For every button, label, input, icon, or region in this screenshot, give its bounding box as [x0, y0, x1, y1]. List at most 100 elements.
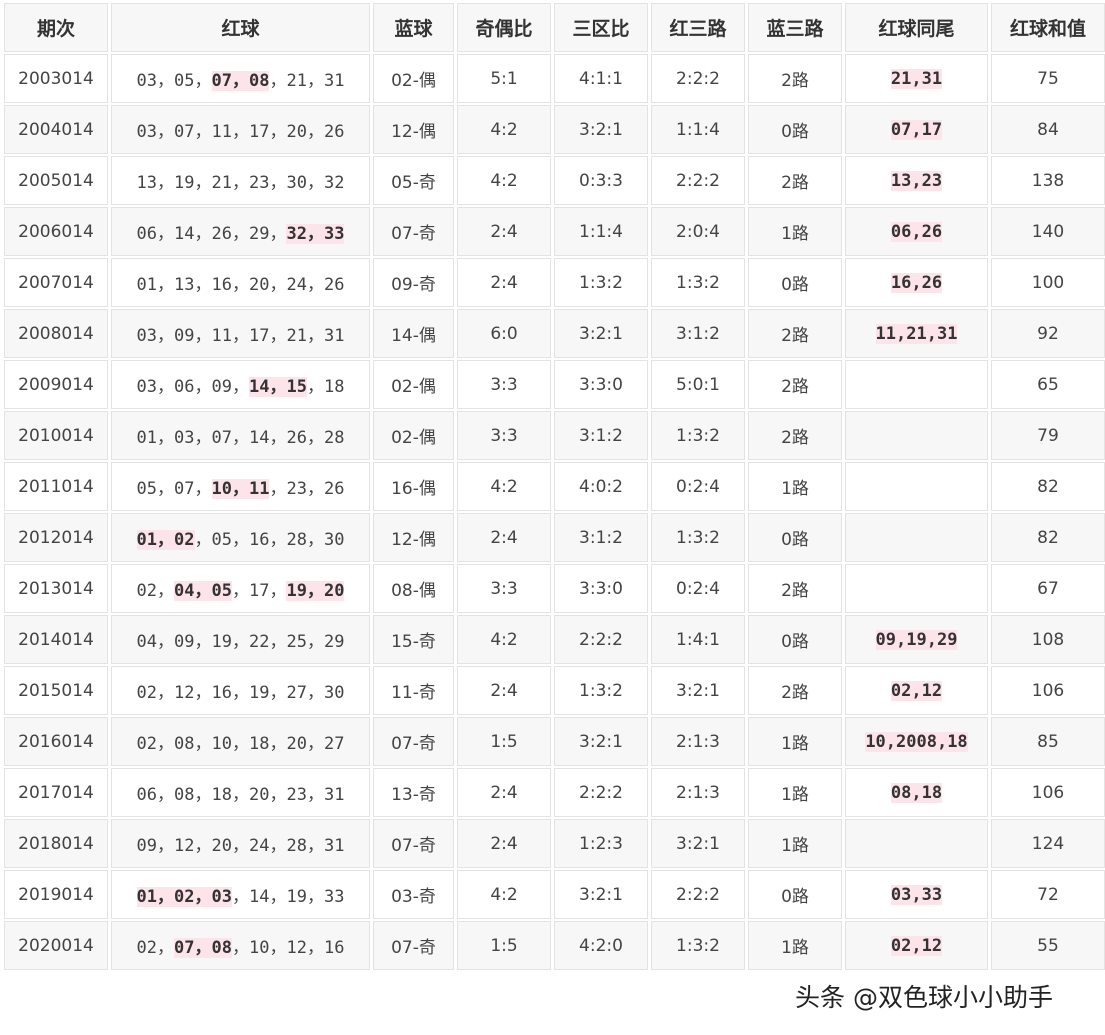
consecutive-highlight: 32，33: [286, 224, 345, 244]
ball-separator: ，: [157, 173, 175, 193]
red-balls-cell: 01，13，16，20，24，26: [111, 258, 370, 307]
red-route-cell: 2:0:4: [651, 207, 745, 256]
ball-separator: ，: [306, 224, 324, 244]
same-tail-cell: 06,26: [845, 207, 988, 256]
red-ball-number: 10: [211, 734, 232, 754]
blue-ball-cell: 07-奇: [373, 921, 454, 970]
ball-separator: ，: [269, 836, 287, 856]
blue-ball-cell: 03-奇: [373, 870, 454, 919]
red-ball-number: 16: [211, 275, 232, 295]
consecutive-highlight: 01，02: [136, 530, 195, 550]
same-tail-highlight: 10,2008,18: [865, 731, 968, 752]
ball-separator: ，: [306, 275, 324, 295]
issue-cell: 2017014: [4, 768, 108, 817]
issue-cell: 2012014: [4, 513, 108, 562]
ball-separator: ，: [157, 683, 175, 703]
red-ball-number: 29: [323, 632, 345, 652]
col-header-issue: 期次: [4, 3, 108, 52]
zone-ratio-cell: 3:2:1: [554, 870, 648, 919]
red-ball-number: 19: [286, 581, 307, 601]
ball-separator: ，: [157, 71, 175, 91]
red-ball-number: 13: [136, 173, 158, 193]
red-ball-number: 31: [323, 785, 345, 805]
table-row: 2017014 06，08，18，20，23，31 13-奇 2:4 2:2:2 2:1:…: [4, 768, 1105, 817]
ball-separator: ，: [269, 428, 287, 448]
red-balls-cell: 03，09，11，17，21，31: [111, 309, 370, 358]
issue-cell: 2006014: [4, 207, 108, 256]
same-tail-cell: 02,12: [845, 921, 988, 970]
red-route-cell: 1:3:2: [651, 258, 745, 307]
red-balls-cell: 02，07，08，10，12，16: [111, 921, 370, 970]
ball-separator: ，: [306, 122, 324, 142]
consecutive-highlight: 04，05: [174, 581, 232, 601]
red-ball-number: 08: [174, 734, 195, 754]
red-ball-number: 21: [286, 326, 307, 346]
red-route-cell: 3:2:1: [651, 666, 745, 715]
odd-even-cell: 2:4: [457, 258, 551, 307]
red-ball-number: 20: [249, 275, 270, 295]
ball-separator: ，: [157, 785, 175, 805]
ball-separator: ，: [232, 275, 249, 295]
same-tail-cell: [845, 462, 988, 511]
consecutive-highlight: 07，08: [174, 938, 232, 958]
ball-separator: ，: [194, 173, 212, 193]
red-ball-number: 03: [136, 122, 158, 142]
table-row: 2015014 02，12，16，19，27，30 11-奇 2:4 1:3:2 3:2:…: [4, 666, 1105, 715]
ball-separator: ，: [157, 377, 175, 397]
red-ball-number: 04: [136, 632, 158, 652]
blue-route-cell: 1路: [748, 462, 842, 511]
zone-ratio-cell: 4:0:2: [554, 462, 648, 511]
ball-separator: ，: [232, 326, 249, 346]
ball-separator: ，: [194, 428, 212, 448]
blue-route-cell: 1路: [748, 207, 842, 256]
red-route-cell: 3:2:1: [651, 819, 745, 868]
red-ball-number: 19: [211, 632, 232, 652]
zone-ratio-cell: 2:2:2: [554, 768, 648, 817]
table-row: 2003014 03，05，07，08，21，31 02-偶 5:1 4:1:1 2:2:…: [4, 54, 1105, 103]
ball-separator: ，: [306, 734, 324, 754]
odd-even-cell: 3:3: [457, 411, 551, 460]
blue-route-cell: 2路: [748, 411, 842, 460]
red-balls-cell: 01，02，03，14，19，33: [111, 870, 370, 919]
ball-separator: ，: [232, 836, 249, 856]
same-tail-cell: 02,12: [845, 666, 988, 715]
red-ball-number: 07: [174, 122, 195, 142]
ball-separator: ，: [232, 581, 249, 601]
ball-separator: ，: [269, 71, 287, 91]
ball-separator: ，: [306, 683, 324, 703]
ball-separator: ，: [306, 785, 324, 805]
same-tail-cell: 09,19,29: [845, 615, 988, 664]
issue-cell: 2015014: [4, 666, 108, 715]
red-ball-number: 16: [249, 530, 270, 550]
red-ball-number: 09: [174, 632, 195, 652]
red-ball-number: 03: [136, 377, 158, 397]
odd-even-cell: 4:2: [457, 156, 551, 205]
zone-ratio-cell: 0:3:3: [554, 156, 648, 205]
red-ball-number: 27: [286, 683, 307, 703]
zone-ratio-cell: 1:1:4: [554, 207, 648, 256]
same-tail-cell: 03,33: [845, 870, 988, 919]
ball-separator: ，: [269, 377, 287, 397]
ball-separator: ，: [269, 734, 287, 754]
ball-separator: ，: [194, 581, 212, 601]
ball-separator: ，: [306, 836, 324, 856]
ball-separator: ，: [194, 632, 212, 652]
red-balls-cell: 03，07，11，17，20，26: [111, 105, 370, 154]
ball-separator: ，: [157, 887, 175, 907]
same-tail-cell: [845, 360, 988, 409]
red-ball-number: 22: [249, 632, 270, 652]
ball-separator: ，: [306, 428, 324, 448]
red-ball-number: 01: [136, 530, 158, 550]
red-ball-number: 26: [323, 122, 345, 142]
red-balls-cell: 02，04，05，17，19，20: [111, 564, 370, 613]
same-tail-cell: 08,18: [845, 768, 988, 817]
red-ball-number: 20: [323, 581, 345, 601]
red-ball-number: 08: [249, 71, 270, 91]
red-ball-number: 08: [174, 785, 195, 805]
ball-separator: ，: [194, 122, 212, 142]
table-row: 2008014 03，09，11，17，21，31 14-偶 6:0 3:2:1 3:1:…: [4, 309, 1105, 358]
red-ball-number: 10: [211, 479, 232, 499]
odd-even-cell: 2:4: [457, 819, 551, 868]
same-tail-highlight: 07,17: [890, 119, 943, 140]
ball-separator: ，: [232, 224, 249, 244]
